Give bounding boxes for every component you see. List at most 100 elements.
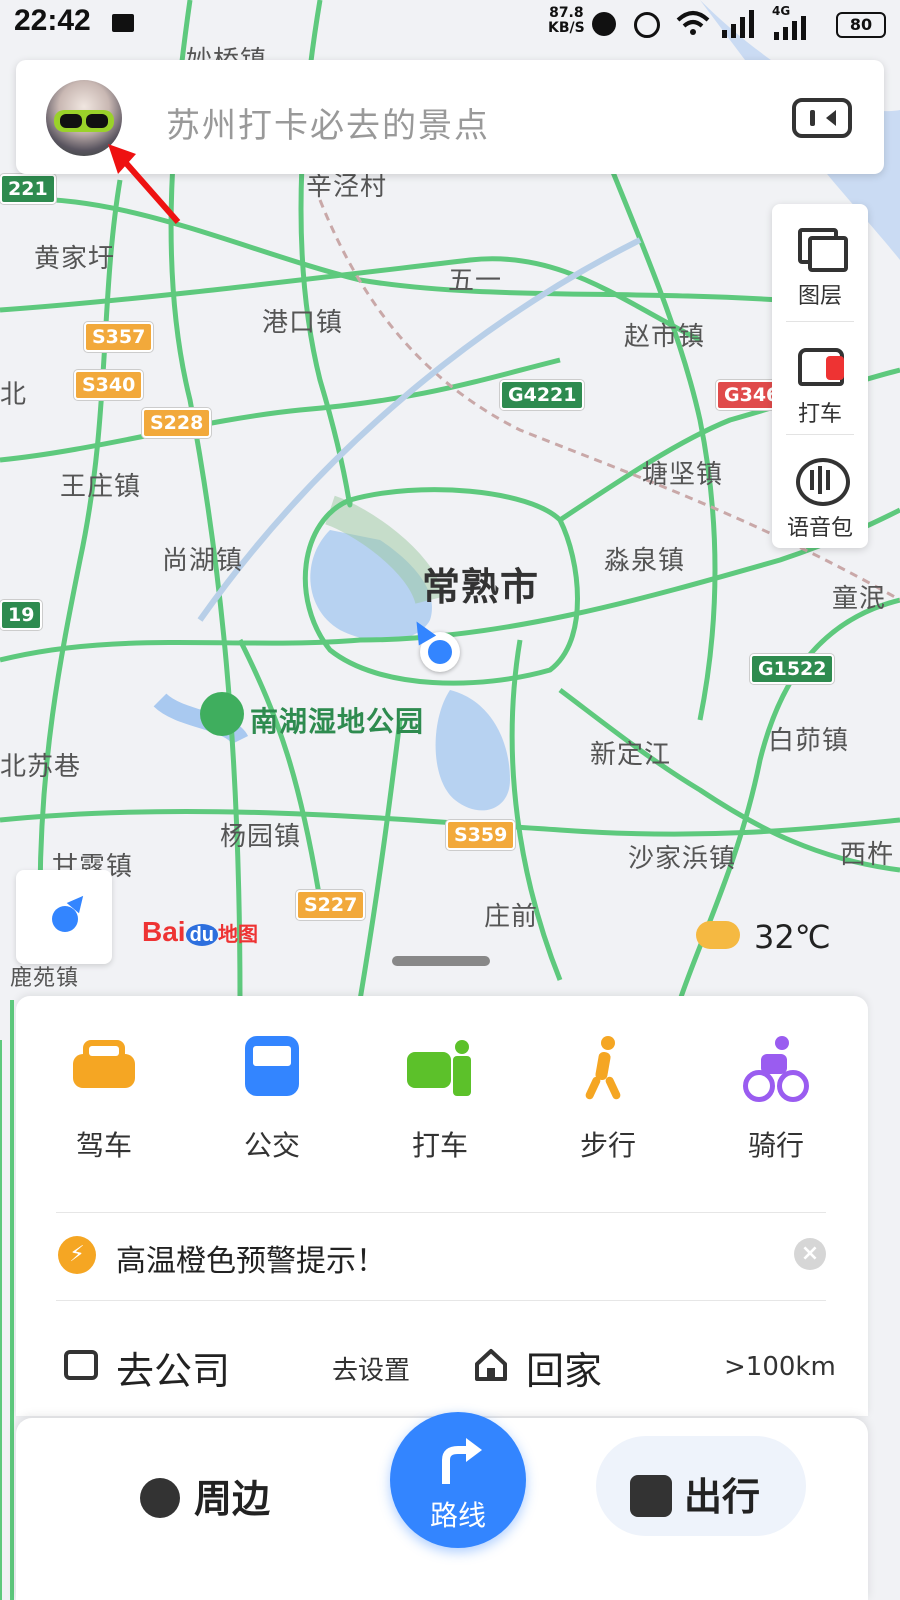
logo-bai: Bai [142,916,186,947]
go-home-button[interactable]: 回家 [526,1340,602,1395]
travel-icon [630,1474,672,1517]
divider [56,1300,826,1301]
signal-2-icon [774,16,808,40]
bottom-panel: 驾车 公交 打车 步行 骑行 ⚡ 高温橙色预警提示！ × 去公司 去设置 回家 … [16,996,868,1416]
map-place-huangjiawei: 黄家圩 [34,244,116,274]
network-speed-unit: KB/S [548,20,585,36]
status-bar: 22:42 87.8 KB/S 4G 80 [0,0,900,50]
bus-icon [239,1036,305,1102]
notification-icon [112,14,134,32]
heat-alert[interactable]: ⚡ 高温橙色预警提示！ × [56,1232,826,1279]
temperature: 32℃ [754,918,831,956]
layers-icon [794,224,848,272]
nearby-label: 周边 [194,1477,271,1521]
status-time: 22:42 [14,4,91,37]
walk-icon [575,1036,641,1102]
taxi-label: 打车 [797,402,842,427]
map-place-zhuangqian: 庄前 [484,902,539,932]
road-shield-g1522: G1522 [750,654,835,684]
map-place-xindingjiang: 新定江 [590,740,672,770]
mode-bus-label: 公交 [243,1129,300,1162]
taxi-icon [794,342,846,386]
baidu-map-logo: Bai du 地图 [142,916,258,948]
map-place-wuyi: 五一 [448,266,503,296]
hotspot-icon [592,12,616,36]
mode-walk[interactable]: 步行 [548,1036,668,1164]
annotation-arrow-icon [108,144,181,224]
road-shield-221: 221 [0,174,56,204]
travel-label: 出行 [684,1475,761,1519]
locate-button[interactable] [16,870,112,964]
nearby-button[interactable]: 周边 [140,1468,270,1523]
map-place-shanghu: 尚湖镇 [162,546,244,576]
network-speed: 87.8 KB/S [548,6,585,36]
taxi-button[interactable]: 打车 [772,322,868,434]
battery-indicator: 80 [836,12,886,38]
road-shield-s357: S357 [84,322,154,352]
road-shield-s227: S227 [296,890,366,920]
road-shield-19: 19 [0,600,43,630]
network-speed-value: 87.8 [549,5,584,21]
road-shield-s340: S340 [74,370,144,400]
company-setup-link[interactable]: 去设置 [332,1350,410,1387]
travel-button[interactable]: 出行 [596,1436,806,1536]
map-place-wangzhuang: 王庄镇 [60,472,142,502]
go-company-button[interactable]: 去公司 [116,1340,230,1395]
mode-drive-label: 驾车 [75,1129,132,1162]
car-icon [71,1036,137,1102]
map-place-xi: 西杵 [840,840,895,870]
mode-bus[interactable]: 公交 [212,1036,332,1164]
map-place-beisuxiang: 北苏巷 [0,752,82,782]
mode-bike[interactable]: 骑行 [716,1036,836,1164]
map-place-shajiabang: 沙家浜镇 [628,844,737,874]
voice-pack-icon [794,456,850,506]
road-shield-g4221: G4221 [500,380,585,410]
home-icon [474,1348,508,1382]
road-shield-s228: S228 [142,408,212,438]
mode-drive[interactable]: 驾车 [44,1036,164,1164]
mode-taxi-label: 打车 [411,1129,468,1162]
logo-du: du [185,924,219,946]
voice-pack-label: 语音包 [786,516,853,541]
location-dot-icon [428,640,452,664]
compass-icon [140,1477,180,1518]
alarm-icon [634,12,660,38]
mode-bike-label: 骑行 [747,1129,804,1162]
map-place-tangqiao: 塘坚镇 [642,460,724,490]
cloudy-sun-icon [696,921,740,949]
divider [56,1212,826,1213]
map-tools-panel: 图层 打车 语音包 [772,204,868,548]
layers-label: 图层 [797,284,842,309]
avatar-goggles [54,110,114,132]
route-arrow-icon [442,1438,482,1484]
map-place-miaoquan: 淼泉镇 [604,546,686,576]
logo-map-text: 地图 [218,924,259,946]
map-place-gangkou: 港口镇 [262,308,344,338]
mode-walk-label: 步行 [579,1129,636,1162]
map-place-bei: 北 [0,380,28,410]
alert-icon: ⚡ [58,1236,96,1274]
search-input[interactable]: 苏州打卡必去的景点 [166,98,490,147]
briefcase-icon [64,1350,98,1380]
alert-text: 高温橙色预警提示！ [116,1244,386,1279]
taxi-person-icon [407,1036,473,1102]
map-place-zhaoshi: 赵市镇 [624,322,706,352]
signal-1-icon [722,10,756,38]
wifi-icon [676,10,710,36]
home-distance: >100km [724,1352,836,1382]
route-label: 路线 [429,1499,486,1532]
scan-icon[interactable] [792,98,852,138]
weather-widget[interactable]: 32℃ [696,918,831,956]
route-button[interactable]: 路线 [390,1412,526,1548]
map-poi-label[interactable]: 南湖湿地公园 [250,700,424,740]
close-icon[interactable]: × [794,1238,826,1270]
map-city-label[interactable]: 常熟市 [422,556,539,611]
voice-pack-button[interactable]: 语音包 [772,436,868,548]
layers-button[interactable]: 图层 [772,204,868,316]
map-place-tongjing: 童泯 [832,584,887,614]
panel-drag-handle[interactable] [392,956,490,966]
mode-taxi[interactable]: 打车 [380,1036,500,1164]
map-place-xinjingcun: 鹿苑镇 [10,966,80,991]
shortcuts-row: 去公司 去设置 回家 >100km [56,1344,836,1394]
park-poi-icon[interactable] [200,692,244,736]
